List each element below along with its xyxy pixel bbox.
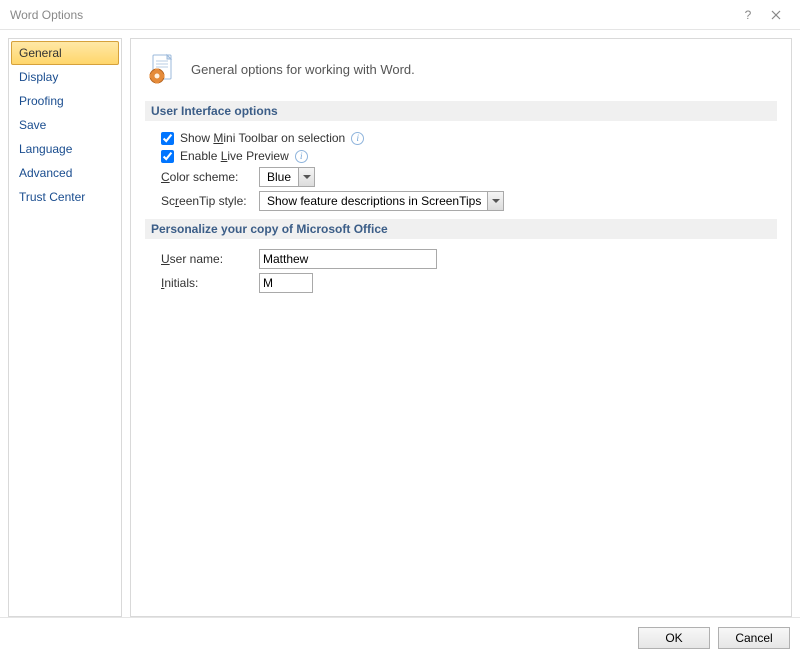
close-button[interactable] xyxy=(762,4,790,26)
sidebar: General Display Proofing Save Language A… xyxy=(8,38,122,617)
content-pane: General options for working with Word. U… xyxy=(130,38,792,617)
options-icon xyxy=(147,53,179,85)
sidebar-item-display[interactable]: Display xyxy=(11,65,119,89)
user-name-label: User name: xyxy=(161,252,253,266)
section-ui-title: User Interface options xyxy=(145,101,777,121)
info-icon[interactable]: i xyxy=(295,150,308,163)
mini-toolbar-option[interactable]: Show Mini Toolbar on selection xyxy=(161,131,345,145)
initials-label: Initials: xyxy=(161,276,253,290)
color-scheme-label: Color scheme: xyxy=(161,170,253,184)
cancel-button[interactable]: Cancel xyxy=(718,627,790,649)
titlebar: Word Options ? xyxy=(0,0,800,30)
help-button[interactable]: ? xyxy=(734,4,762,26)
live-preview-option[interactable]: Enable Live Preview xyxy=(161,149,289,163)
ok-button[interactable]: OK xyxy=(638,627,710,649)
color-scheme-select[interactable]: Blue xyxy=(259,167,315,187)
screentip-select[interactable]: Show feature descriptions in ScreenTips xyxy=(259,191,504,211)
live-preview-label: Enable Live Preview xyxy=(180,149,289,163)
close-icon xyxy=(771,10,781,20)
info-icon[interactable]: i xyxy=(351,132,364,145)
footer: OK Cancel xyxy=(0,617,800,657)
mini-toolbar-checkbox[interactable] xyxy=(161,132,174,145)
mini-toolbar-label: Show Mini Toolbar on selection xyxy=(180,131,345,145)
live-preview-checkbox[interactable] xyxy=(161,150,174,163)
screentip-label: ScreenTip style: xyxy=(161,194,253,208)
sidebar-item-language[interactable]: Language xyxy=(11,137,119,161)
sidebar-item-general[interactable]: General xyxy=(11,41,119,65)
window-title: Word Options xyxy=(10,8,734,22)
sidebar-item-proofing[interactable]: Proofing xyxy=(11,89,119,113)
sidebar-item-trust-center[interactable]: Trust Center xyxy=(11,185,119,209)
header-text: General options for working with Word. xyxy=(191,62,415,77)
sidebar-item-save[interactable]: Save xyxy=(11,113,119,137)
user-name-input[interactable] xyxy=(259,249,437,269)
sidebar-item-advanced[interactable]: Advanced xyxy=(11,161,119,185)
section-personalize-title: Personalize your copy of Microsoft Offic… xyxy=(145,219,777,239)
initials-input[interactable] xyxy=(259,273,313,293)
